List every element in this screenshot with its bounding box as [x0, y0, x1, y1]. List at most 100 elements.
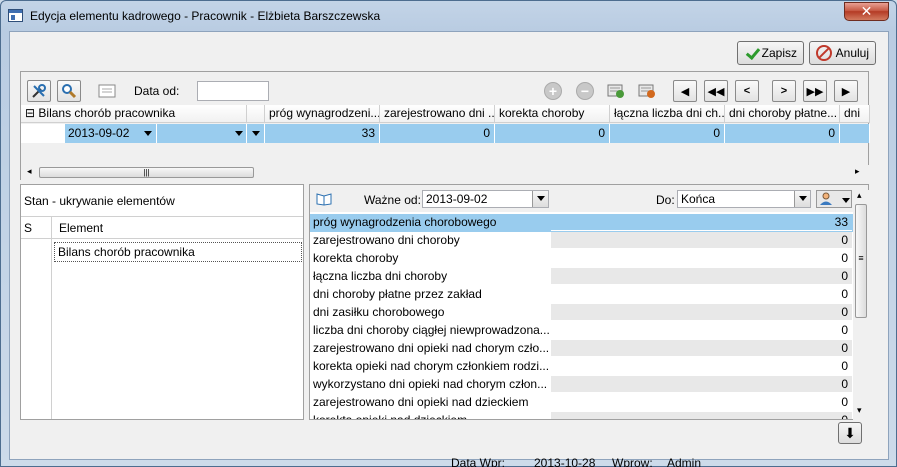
detail-row-label: korekta opieki nad dzieckiem [313, 413, 468, 420]
save-button[interactable]: Zapisz [737, 41, 804, 65]
detail-row-value[interactable]: 33 [551, 214, 852, 231]
detail-row-value[interactable]: 0 [551, 304, 852, 321]
first-record-button[interactable]: ◀ [673, 80, 697, 102]
detail-row[interactable]: zarejestrowano dni choroby 0 [310, 232, 868, 250]
details-toolbar: Ważne od: 2013-09-02 Do: Końca [310, 185, 868, 212]
detail-row-value[interactable]: 0 [551, 376, 852, 393]
detail-row-value[interactable]: 0 [551, 358, 852, 375]
tree-header-spacer [247, 105, 265, 123]
down-button[interactable]: ⬇ [838, 422, 862, 444]
col-header-2[interactable]: zarejestrowano dni ... [380, 105, 495, 123]
detail-row-value[interactable]: 0 [551, 286, 852, 303]
detail-row-label: zarejestrowano dni opieki nad dzieckiem [313, 395, 529, 409]
detail-row[interactable]: korekta choroby 0 [310, 250, 868, 268]
col-header-4[interactable]: łączna liczba dni ch... [610, 105, 725, 123]
detail-row[interactable]: zarejestrowano dni opieki nad chorym czł… [310, 340, 868, 358]
detail-row[interactable]: wykorzystano dni opieki nad chorym człon… [310, 376, 868, 394]
detail-row-value[interactable]: 0 [551, 394, 852, 411]
cancel-label: Anuluj [835, 46, 869, 60]
valid-from-combo[interactable]: 2013-09-02 [422, 190, 549, 208]
row-combo-2[interactable] [157, 124, 247, 143]
cancel-icon [816, 45, 832, 61]
app-icon [8, 9, 23, 22]
collapse-icon[interactable]: ⊟ [25, 106, 35, 120]
detail-row[interactable]: próg wynagrodzenia chorobowego 33 [310, 214, 868, 232]
detail-row-value[interactable]: 0 [551, 340, 852, 357]
calendar-icon[interactable] [95, 80, 119, 102]
book-icon[interactable] [316, 192, 332, 209]
detail-row[interactable]: dni zasiłku chorobowego 0 [310, 304, 868, 322]
scroll-left-icon[interactable]: ◂ [27, 166, 32, 177]
scroll-down-icon[interactable]: ▾ [857, 405, 862, 416]
row-combo-3[interactable] [247, 124, 265, 143]
detail-row-label: korekta choroby [313, 251, 399, 265]
title-bar[interactable]: Edycja elementu kadrowego - Pracownik - … [1, 1, 896, 31]
window: Edycja elementu kadrowego - Pracownik - … [0, 0, 897, 467]
detail-row-label: łączna liczba dni choroby [313, 269, 448, 283]
scroll-right-icon[interactable]: ▸ [855, 166, 860, 177]
scroll-thumb[interactable]: ||| [39, 167, 254, 178]
cell-2[interactable]: 0 [380, 124, 495, 143]
cell-1[interactable]: 33 [265, 124, 380, 143]
date-from-input[interactable] [197, 81, 269, 101]
wprow-value: Admin [667, 456, 702, 467]
vscroll-thumb[interactable]: ≡ [855, 204, 867, 318]
grid-group: Data od: + − ◀ ◀◀ < > ▶▶ ▶ ⊟ Bilans chor… [20, 71, 870, 180]
cell-4[interactable]: 0 [610, 124, 725, 143]
search-icon[interactable] [57, 80, 81, 102]
detail-row-value[interactable]: 0 [551, 250, 852, 267]
row-date-combo[interactable]: 2013-09-02 [65, 124, 157, 143]
prev-record-button[interactable]: < [735, 80, 759, 102]
data-wpr-value: 2013-10-28 [534, 456, 596, 467]
cell-3[interactable]: 0 [495, 124, 610, 143]
scroll-up-icon[interactable]: ▴ [857, 190, 862, 201]
detail-row[interactable]: korekta opieki nad chorym członkiem rodz… [310, 358, 868, 376]
remove-icon[interactable]: − [576, 82, 594, 100]
detail-row-label: zarejestrowano dni choroby [313, 233, 460, 247]
delete-record-icon[interactable] [635, 80, 659, 102]
detail-row-value[interactable]: 0 [551, 232, 852, 249]
cell-6[interactable] [840, 124, 870, 143]
tools-icon[interactable] [27, 80, 51, 102]
col-header-6[interactable]: dni [840, 105, 870, 123]
tree-indent [21, 124, 69, 143]
checkmark-icon [744, 45, 758, 61]
last-record-button[interactable]: ▶ [834, 80, 858, 102]
detail-row-value[interactable]: 0 [551, 322, 852, 339]
next-record-button[interactable]: > [772, 80, 796, 102]
col-element-header[interactable]: Element [59, 221, 103, 235]
col-header-3[interactable]: korekta choroby [495, 105, 610, 123]
cancel-button[interactable]: Anuluj [809, 41, 876, 65]
detail-row[interactable]: łączna liczba dni choroby 0 [310, 268, 868, 286]
add-icon[interactable]: + [544, 82, 562, 100]
cell-5[interactable]: 0 [725, 124, 840, 143]
user-filter-button[interactable] [816, 190, 852, 208]
add-record-icon[interactable] [604, 80, 628, 102]
data-wpr-label: Data Wpr: [451, 456, 506, 467]
detail-row[interactable]: zarejestrowano dni opieki nad dzieckiem 0 [310, 394, 868, 412]
to-label: Do: [656, 193, 675, 207]
to-value: Końca [681, 192, 716, 206]
list-item[interactable]: Bilans chorób pracownika [54, 242, 302, 262]
user-icon [819, 192, 833, 209]
to-combo[interactable]: Końca [677, 190, 811, 208]
date-from-label: Data od: [134, 84, 180, 98]
detail-row-value[interactable]: 0 [551, 268, 852, 285]
detail-row-label: dni choroby płatne przez zakład [313, 287, 482, 301]
save-label: Zapisz [761, 46, 797, 60]
detail-row[interactable]: liczba dni choroby ciągłej niewprowadzon… [310, 322, 868, 340]
next-page-button[interactable]: ▶▶ [803, 80, 827, 102]
col-header-5[interactable]: dni choroby płatne... [725, 105, 840, 123]
detail-row-value[interactable]: 0 [551, 412, 852, 419]
detail-row-label: wykorzystano dni opieki nad chorym człon… [313, 377, 548, 391]
detail-row[interactable]: korekta opieki nad dzieckiem 0 [310, 412, 868, 420]
horizontal-scrollbar[interactable]: ◂ ||| ▸ [21, 165, 870, 180]
vertical-scrollbar[interactable]: ▴ ≡ ▾ [853, 190, 869, 420]
valid-from-value: 2013-09-02 [426, 192, 488, 206]
close-button[interactable]: ✕ [844, 2, 889, 21]
tree-header[interactable]: ⊟ Bilans chorób pracownika [21, 105, 247, 123]
col-header-1[interactable]: próg wynagrodzeni... [265, 105, 380, 123]
col-s-header[interactable]: S [24, 221, 32, 235]
detail-row[interactable]: dni choroby płatne przez zakład 0 [310, 286, 868, 304]
prev-page-button[interactable]: ◀◀ [704, 80, 728, 102]
